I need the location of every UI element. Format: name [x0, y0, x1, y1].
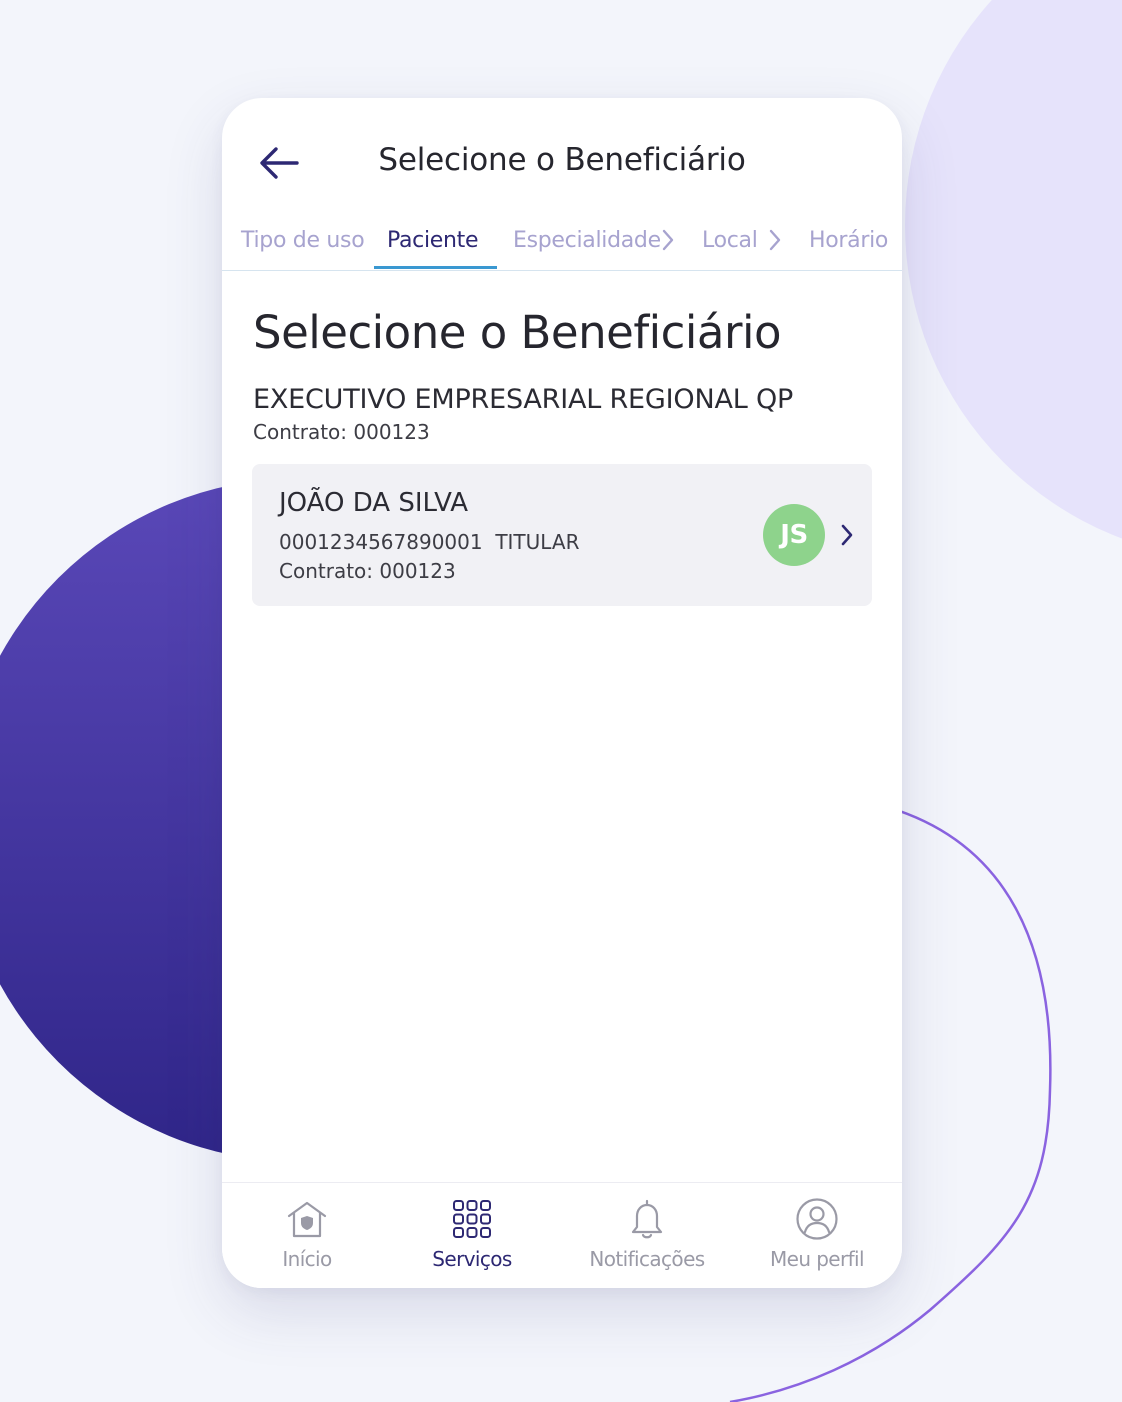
beneficiary-card[interactable]: JOÃO DA SILVA 0001234567890001 TITULAR C… — [252, 464, 872, 606]
tab-paciente[interactable]: Paciente — [387, 228, 479, 253]
nav-label-servicos: Serviços — [432, 1247, 512, 1271]
beneficiary-card-number: 0001234567890001 — [279, 530, 483, 554]
phone-screen: Selecione o Beneficiário Tipo de uso Pac… — [222, 98, 902, 1288]
chevron-right-icon — [662, 229, 674, 251]
nav-label-inicio: Início — [282, 1247, 332, 1271]
avatar: JS — [763, 504, 825, 566]
beneficiary-id-line: 0001234567890001 TITULAR — [279, 530, 579, 554]
bell-icon — [631, 1199, 663, 1239]
beneficiary-contract: Contrato: 000123 — [279, 559, 456, 583]
tab-especialidade[interactable]: Especialidade — [513, 228, 661, 253]
tab-horario[interactable]: Horário — [809, 228, 888, 253]
beneficiary-name: JOÃO DA SILVA — [279, 488, 469, 518]
nav-item-meu-perfil[interactable]: Meu perfil — [732, 1183, 902, 1288]
plan-name: EXECUTIVO EMPRESARIAL REGIONAL QP — [253, 384, 794, 415]
step-tabs: Tipo de uso Paciente Especialidade Local… — [222, 216, 902, 271]
chevron-right-icon — [841, 524, 853, 546]
lavender-circle — [905, 0, 1122, 539]
nav-item-notificacoes[interactable]: Notificações — [562, 1183, 732, 1288]
chevron-right-icon — [769, 229, 781, 251]
plan-contract: Contrato: 000123 — [253, 420, 430, 444]
tab-local[interactable]: Local — [702, 228, 758, 253]
tab-tipo-de-uso[interactable]: Tipo de uso — [241, 228, 365, 253]
nav-item-inicio[interactable]: Início — [222, 1183, 392, 1288]
app-header: Selecione o Beneficiário — [222, 98, 902, 228]
nav-label-meu-perfil: Meu perfil — [770, 1247, 865, 1271]
nav-label-notificacoes: Notificações — [589, 1247, 705, 1271]
nav-item-servicos[interactable]: Serviços — [387, 1183, 557, 1288]
grid-icon — [453, 1200, 491, 1238]
bottom-navigation: Início Serviços Notificações Meu perfil — [222, 1182, 902, 1288]
home-icon — [287, 1201, 327, 1238]
beneficiary-role: TITULAR — [495, 530, 580, 554]
profile-icon — [796, 1198, 838, 1240]
header-title: Selecione o Beneficiário — [378, 142, 746, 178]
page-title: Selecione o Beneficiário — [253, 306, 782, 359]
active-tab-indicator — [374, 266, 497, 269]
